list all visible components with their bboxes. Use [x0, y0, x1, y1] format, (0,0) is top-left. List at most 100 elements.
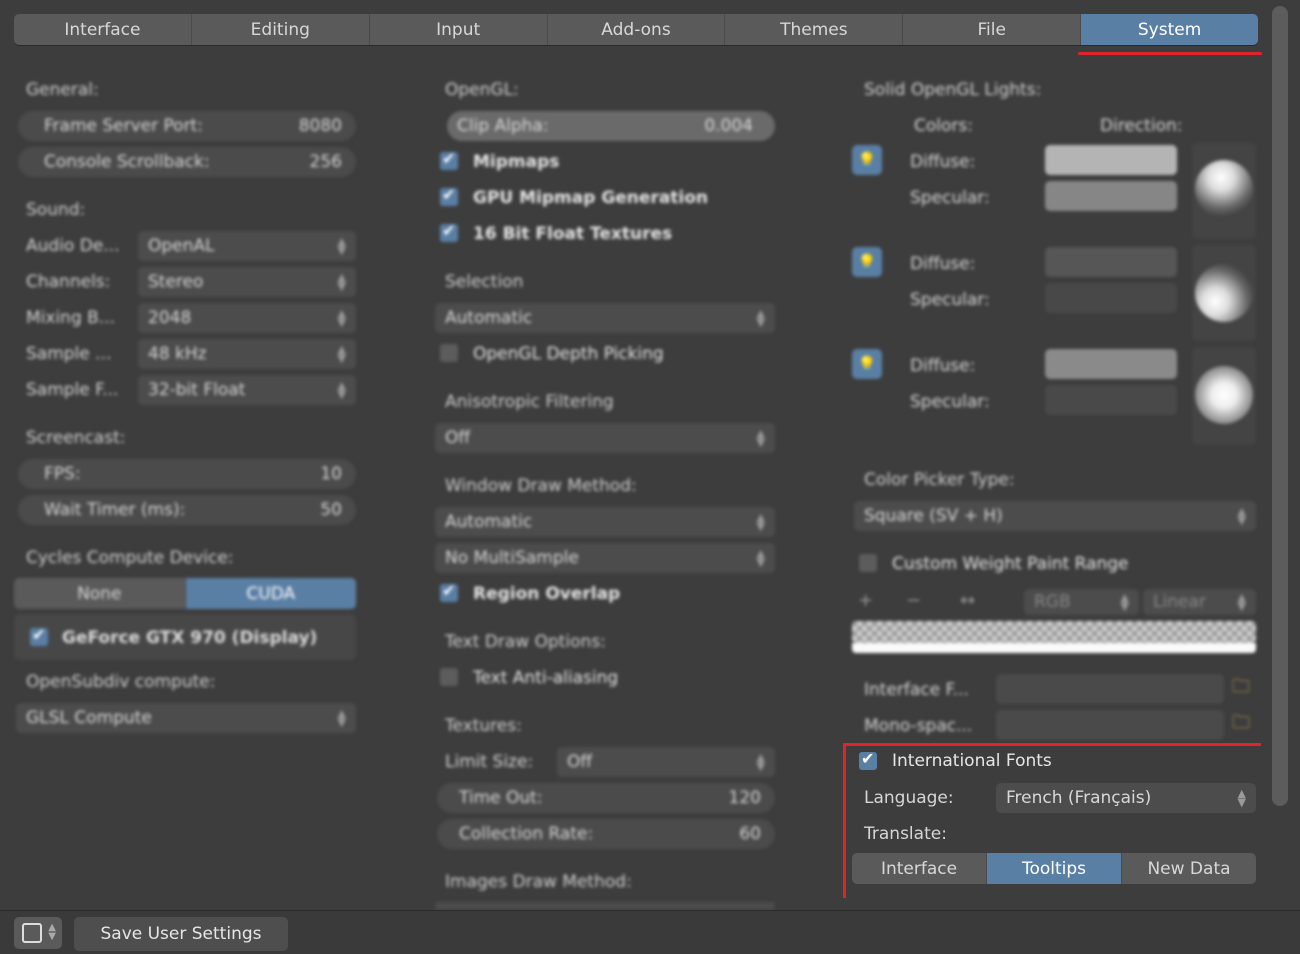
sample-format-select[interactable]: 32-bit Float ▲ ▼: [138, 375, 356, 405]
interpolation-select[interactable]: Linear ▲ ▼: [1143, 589, 1256, 615]
light2-diffuse-color[interactable]: [1045, 247, 1177, 277]
clip-alpha-slider[interactable]: Clip Alpha: 0.004: [447, 111, 775, 141]
fps-field[interactable]: FPS: 10: [18, 459, 356, 489]
mixing-buffer-value: 2048: [148, 308, 192, 328]
color-picker-section-title: Color Picker Type:: [864, 470, 1015, 490]
light1-specular-label: Specular:: [910, 188, 990, 208]
folder-icon[interactable]: 🗀: [1228, 712, 1254, 738]
save-user-settings-button[interactable]: Save User Settings: [74, 917, 288, 951]
console-scrollback-field[interactable]: Console Scrollback: 256: [18, 147, 356, 177]
mipmaps-checkbox[interactable]: [440, 149, 458, 170]
color-picker-select[interactable]: Square (SV + H) ▲ ▼: [854, 501, 1256, 531]
light-bulb-icon[interactable]: 💡: [852, 349, 882, 379]
textures-section-title: Textures:: [445, 716, 522, 736]
light3-diffuse-color[interactable]: [1045, 349, 1177, 379]
gpu-device-checkbox[interactable]: [30, 625, 48, 646]
updown-icon: ▲ ▼: [337, 271, 346, 293]
fps-label: FPS:: [44, 464, 81, 484]
tab-editing[interactable]: Editing: [192, 14, 370, 45]
collection-rate-label: Collection Rate:: [459, 824, 594, 844]
language-select[interactable]: French (Français) ▲ ▼: [996, 783, 1256, 813]
updown-icon: ▲ ▼: [337, 379, 346, 401]
sample-rate-select[interactable]: 48 kHz ▲ ▼: [138, 339, 356, 369]
window-draw-method-value: Automatic: [445, 512, 533, 532]
color-ramp[interactable]: [852, 621, 1256, 643]
light1-diffuse-color[interactable]: [1045, 145, 1177, 175]
clip-alpha-label: Clip Alpha:: [457, 116, 549, 136]
gpu-mipmap-checkbox[interactable]: [440, 185, 458, 206]
tab-addons[interactable]: Add-ons: [548, 14, 726, 45]
tab-system[interactable]: System: [1081, 14, 1258, 45]
light3-specular-color[interactable]: [1045, 385, 1177, 415]
anisotropic-select[interactable]: Off ▲ ▼: [435, 423, 775, 453]
updown-icon: ▲ ▼: [756, 511, 765, 533]
selection-section-title: Selection: [445, 272, 524, 292]
sample-rate-label: Sample ...: [26, 344, 112, 364]
time-out-value: 120: [728, 788, 761, 808]
light1-direction-sphere[interactable]: [1195, 160, 1253, 218]
translate-tooltips-button[interactable]: Tooltips: [987, 853, 1122, 884]
opensubdiv-select[interactable]: GLSL Compute ▲ ▼: [16, 703, 356, 733]
updown-icon: ▲ ▼: [1120, 591, 1129, 613]
selection-select[interactable]: Automatic ▲ ▼: [435, 303, 775, 333]
multisample-select[interactable]: No MultiSample ▲ ▼: [435, 543, 775, 573]
color-ramp-stops[interactable]: [852, 643, 1256, 653]
cycles-none-button[interactable]: None: [14, 578, 186, 609]
editor-type-button[interactable]: ▲ ▼: [14, 917, 62, 949]
color-mode-select[interactable]: RGB ▲ ▼: [1024, 589, 1139, 615]
language-value: French (Français): [1006, 788, 1152, 808]
light2-direction-sphere[interactable]: [1195, 264, 1253, 322]
window-draw-method-select[interactable]: Automatic ▲ ▼: [435, 507, 775, 537]
light1-specular-color[interactable]: [1045, 181, 1177, 211]
frame-server-port-field[interactable]: Frame Server Port: 8080: [18, 111, 356, 141]
light3-specular-label: Specular:: [910, 392, 990, 412]
translate-toggle-group: Interface Tooltips New Data: [852, 853, 1256, 884]
tab-input[interactable]: Input: [370, 14, 548, 45]
light-bulb-icon[interactable]: 💡: [852, 247, 882, 277]
folder-icon[interactable]: 🗀: [1228, 676, 1254, 702]
updown-icon: ▲ ▼: [337, 235, 346, 257]
wait-timer-field[interactable]: Wait Timer (ms): 50: [18, 495, 356, 525]
images-draw-select[interactable]: [435, 902, 775, 910]
updown-icon: ▲ ▼: [756, 547, 765, 569]
flip-ramp-icon[interactable]: ↔: [960, 590, 975, 611]
sound-section-title: Sound:: [26, 200, 86, 220]
international-fonts-checkbox[interactable]: [859, 749, 877, 770]
cycles-cuda-button[interactable]: CUDA: [185, 578, 356, 609]
window-draw-section-title: Window Draw Method:: [445, 476, 637, 496]
depth-picking-checkbox[interactable]: [440, 344, 458, 362]
mono-font-field[interactable]: [996, 710, 1224, 740]
interface-font-field[interactable]: [996, 674, 1224, 704]
multisample-value: No MultiSample: [445, 548, 579, 568]
updown-icon: ▲ ▼: [337, 707, 346, 729]
remove-stop-icon[interactable]: −: [906, 590, 921, 611]
light-bulb-icon[interactable]: 💡: [852, 145, 882, 175]
weight-paint-checkbox[interactable]: [859, 554, 877, 572]
translate-interface-button[interactable]: Interface: [852, 853, 987, 884]
mixing-buffer-select[interactable]: 2048 ▲ ▼: [138, 303, 356, 333]
mipmaps-label: Mipmaps: [473, 152, 560, 172]
region-overlap-label: Region Overlap: [473, 584, 621, 604]
updown-icon: ▲ ▼: [756, 751, 765, 773]
tab-themes[interactable]: Themes: [725, 14, 904, 45]
tab-file[interactable]: File: [903, 14, 1082, 45]
international-fonts-label: International Fonts: [892, 751, 1052, 771]
limit-size-select[interactable]: Off ▲ ▼: [557, 747, 775, 777]
vertical-scrollbar[interactable]: [1272, 6, 1288, 806]
time-out-field[interactable]: Time Out: 120: [437, 783, 775, 813]
text-antialiasing-checkbox[interactable]: [440, 668, 458, 686]
audio-device-select[interactable]: OpenAL ▲ ▼: [138, 231, 356, 261]
light3-direction-sphere[interactable]: [1195, 366, 1253, 424]
frame-server-port-label: Frame Server Port:: [44, 116, 203, 136]
weight-paint-label: Custom Weight Paint Range: [892, 554, 1129, 574]
updown-icon: ▲ ▼: [756, 307, 765, 329]
region-overlap-checkbox[interactable]: [440, 581, 458, 602]
collection-rate-field[interactable]: Collection Rate: 60: [437, 819, 775, 849]
tab-interface[interactable]: Interface: [14, 14, 192, 45]
float-textures-checkbox[interactable]: [440, 221, 458, 242]
translate-new-data-button[interactable]: New Data: [1122, 853, 1256, 884]
add-stop-icon[interactable]: +: [858, 590, 873, 611]
channels-select[interactable]: Stereo ▲ ▼: [138, 267, 356, 297]
light2-specular-color[interactable]: [1045, 283, 1177, 313]
system-tab-highlight: [1078, 52, 1262, 55]
